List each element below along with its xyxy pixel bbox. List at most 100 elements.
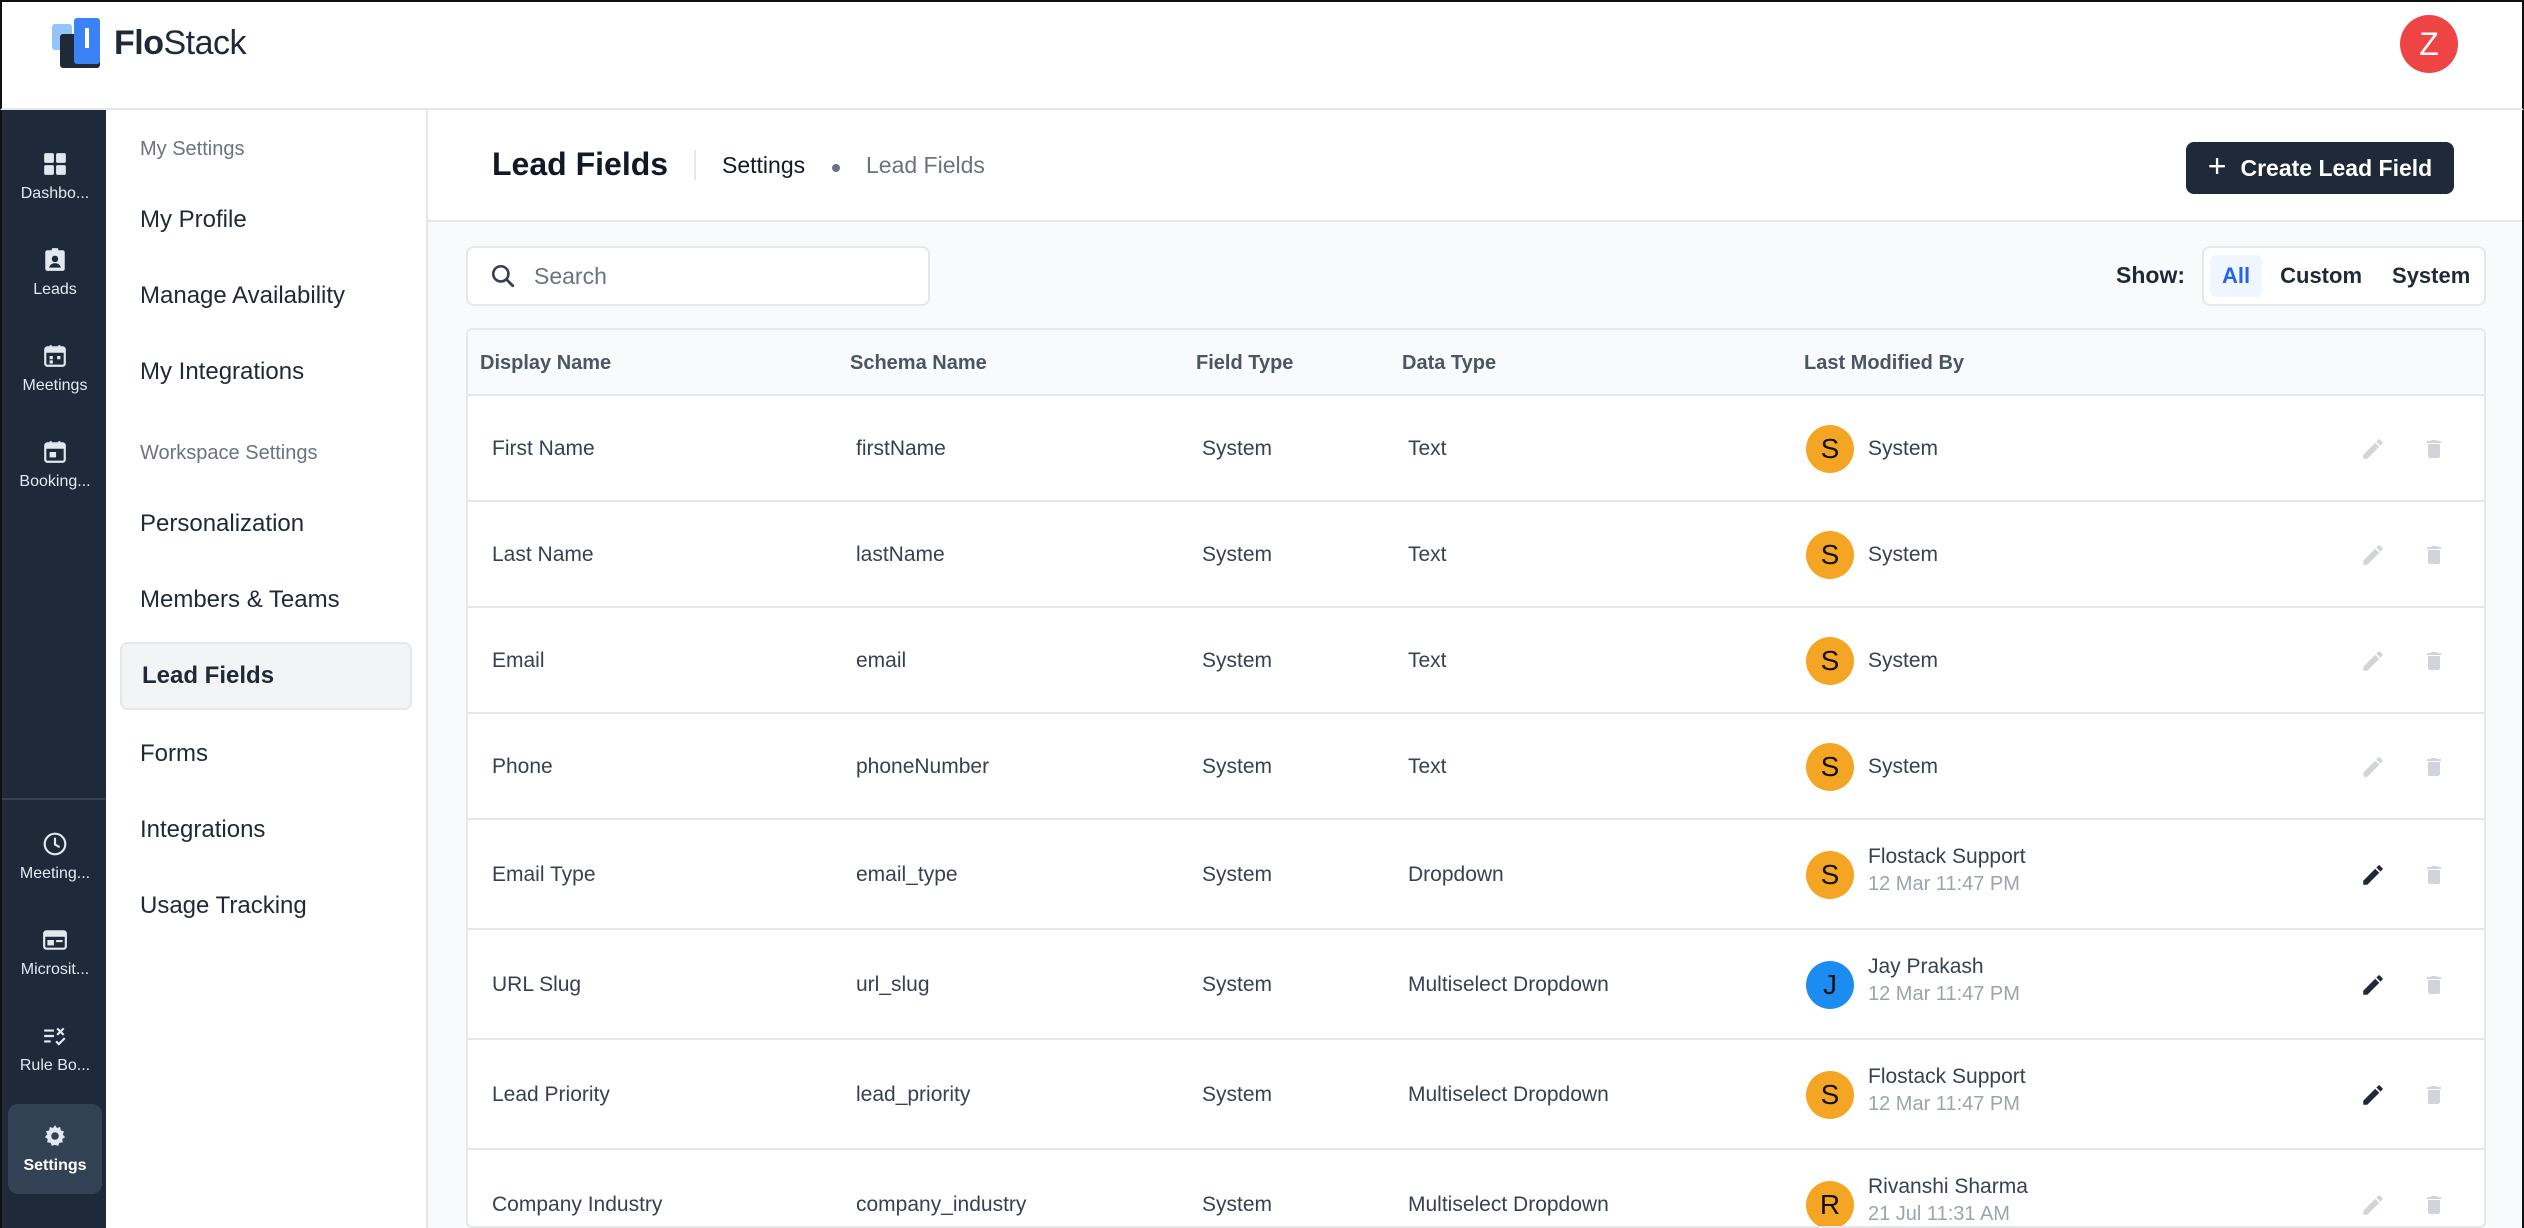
modified-by-name: System (1868, 649, 1939, 672)
rules-icon (44, 1027, 66, 1046)
edit-icon (2363, 545, 2383, 565)
trash-icon (2427, 546, 2441, 564)
sidebar-item-members-teams[interactable]: Members & Teams (120, 566, 412, 634)
cell-display-name: Email Type (492, 863, 596, 886)
column-data-type[interactable]: Data Type (1402, 352, 1496, 375)
edit-icon[interactable] (2360, 1082, 2386, 1108)
column-last-modified-by[interactable]: Last Modified By (1804, 352, 1964, 375)
app-name: FloStack (114, 23, 247, 62)
trash-icon (2427, 976, 2441, 994)
cell-field-type: System (1202, 973, 1273, 996)
create-lead-field-button[interactable]: + Create Lead Field (2186, 142, 2454, 194)
avatar: S (1806, 531, 1854, 579)
cell-field-type: System (1202, 649, 1273, 672)
filter-custom[interactable]: Custom (2268, 255, 2374, 297)
rail-label: Microsit... (20, 961, 90, 978)
show-filter-label: Show: (2116, 262, 2185, 288)
table-row[interactable]: Company Industry company_industry System Mu… (468, 1148, 2484, 1226)
rail-item-meeting-types[interactable]: Meeting... (8, 812, 102, 902)
edit-icon (2363, 651, 2383, 671)
search-icon (491, 264, 515, 288)
sidebar-item-integrations[interactable]: Integrations (120, 796, 412, 864)
table-row[interactable]: Lead Priority lead_priority System Multisel… (468, 1038, 2484, 1148)
search-input[interactable]: Search (466, 246, 930, 306)
calendar-icon (44, 345, 66, 367)
sidebar-item-manage-availability[interactable]: Manage Availability (120, 262, 412, 330)
rail-divider (2, 798, 108, 800)
column-field-type[interactable]: Field Type (1196, 352, 1293, 375)
cell-schema-name: lastName (856, 543, 945, 566)
sidebar-item-lead-fields[interactable]: Lead Fields (120, 642, 412, 710)
calendar-check-icon (44, 441, 66, 463)
trash-icon (2427, 758, 2441, 776)
rail-item-dashboard[interactable]: Dashbo... (8, 132, 102, 222)
rail-item-microsites[interactable]: Microsit... (8, 908, 102, 998)
cell-schema-name: url_slug (856, 973, 930, 996)
rail-item-settings[interactable]: Settings (8, 1104, 102, 1194)
sidebar-item-my-profile[interactable]: My Profile (120, 186, 412, 254)
rail-item-leads[interactable]: Leads (8, 228, 102, 318)
cell-schema-name: lead_priority (856, 1083, 971, 1106)
sidebar-item-usage-tracking[interactable]: Usage Tracking (120, 872, 412, 940)
edit-icon[interactable] (2360, 972, 2386, 998)
filter-system[interactable]: System (2380, 255, 2482, 297)
cell-field-type: System (1202, 755, 1273, 778)
sidebar-item-my-integrations[interactable]: My Integrations (120, 338, 412, 406)
cell-field-type: System (1202, 543, 1273, 566)
clock-icon (43, 832, 67, 856)
avatar: S (1806, 1071, 1854, 1119)
rail-item-booking[interactable]: Booking... (8, 420, 102, 510)
edit-icon (2363, 757, 2383, 777)
table-row[interactable]: Phone phoneNumber System Text S System (468, 712, 2484, 818)
page-title: Lead Fields (492, 146, 669, 182)
rail-item-rule-book[interactable]: Rule Bo... (8, 1004, 102, 1094)
primary-nav-rail: Dashbo... Leads Meetings Booking... Meet… (0, 110, 108, 1228)
rail-label: Booking... (19, 473, 91, 490)
column-schema-name[interactable]: Schema Name (850, 352, 987, 375)
rail-item-meetings[interactable]: Meetings (8, 324, 102, 414)
cell-field-type: System (1202, 1193, 1273, 1216)
rail-label: Meeting... (19, 865, 91, 882)
sidebar-item-forms[interactable]: Forms (120, 720, 412, 788)
cell-field-type: System (1202, 437, 1273, 460)
section-workspace-settings: Workspace Settings (140, 442, 318, 464)
user-avatar[interactable]: Z (2400, 15, 2458, 73)
column-display-name[interactable]: Display Name (480, 352, 611, 375)
table-row[interactable]: Last Name lastName System Text S System (468, 500, 2484, 606)
cell-field-type: System (1202, 863, 1273, 886)
rail-label: Settings (23, 1157, 87, 1174)
trash-icon (2427, 866, 2441, 884)
sidebar-item-personalization[interactable]: Personalization (120, 490, 412, 558)
modified-by-name: Flostack Support (1868, 1065, 2026, 1088)
create-button-label: Create Lead Field (2240, 154, 2433, 181)
modified-date: 12 Mar 11:47 PM (1868, 983, 2020, 1005)
modified-by-name: Rivanshi Sharma (1868, 1175, 2028, 1198)
table-row[interactable]: URL Slug url_slug System Multiselect Dropdo… (468, 928, 2484, 1038)
browser-window-icon (43, 930, 67, 950)
table-row[interactable]: Email Type email_type System Dropdown S Flost… (468, 818, 2484, 928)
table-row[interactable]: First Name firstName System Text S System (468, 394, 2484, 500)
modified-date: 12 Mar 11:47 PM (1868, 873, 2020, 895)
filter-all[interactable]: All (2210, 255, 2263, 297)
cell-display-name: URL Slug (492, 973, 582, 996)
avatar: R (1806, 1181, 1854, 1226)
modified-by-name: Flostack Support (1868, 845, 2026, 868)
edit-icon[interactable] (2360, 862, 2386, 888)
cell-field-type: System (1202, 1083, 1273, 1106)
search-placeholder: Search (534, 262, 607, 289)
trash-icon (2427, 1086, 2441, 1104)
contact-badge-icon (45, 248, 65, 271)
table-row[interactable]: Email email System Text S System (468, 606, 2484, 712)
dashboard-icon (44, 153, 66, 175)
title-divider (694, 150, 696, 180)
cell-schema-name: firstName (856, 437, 946, 460)
cell-display-name: Last Name (492, 543, 594, 566)
cell-data-type: Text (1408, 543, 1447, 566)
breadcrumb-settings[interactable]: Settings (722, 152, 805, 179)
rail-label: Meetings (22, 377, 88, 394)
flostack-logo[interactable]: FloStack (52, 18, 247, 68)
cell-schema-name: company_industry (856, 1193, 1027, 1216)
cell-display-name: Company Industry (492, 1193, 663, 1216)
cell-display-name: Lead Priority (492, 1083, 610, 1106)
cell-schema-name: phoneNumber (856, 755, 990, 778)
